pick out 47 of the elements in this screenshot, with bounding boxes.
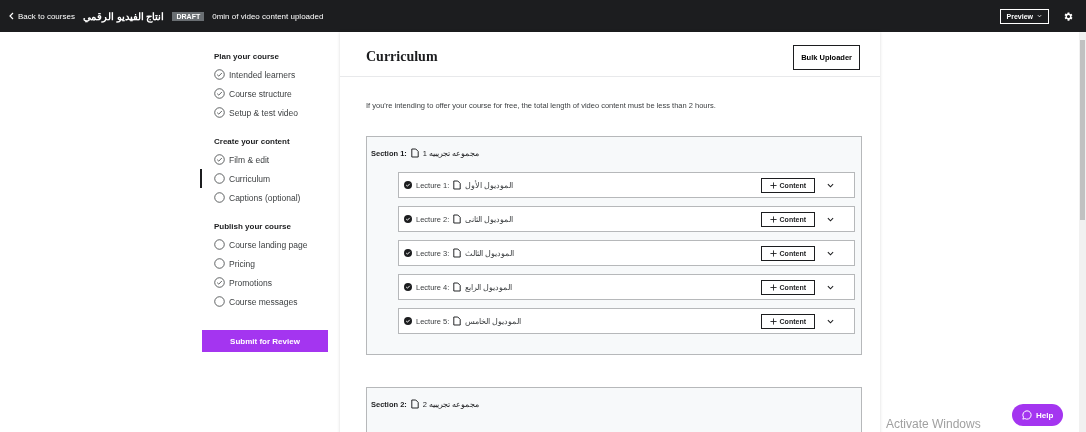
sidebar-item[interactable]: Promotions: [200, 273, 326, 292]
sidebar-item[interactable]: Film & edit: [200, 150, 326, 169]
check-circle-icon: [404, 215, 412, 223]
page-title: Curriculum: [366, 49, 438, 65]
file-icon: [410, 148, 419, 158]
file-icon: [410, 399, 419, 409]
check-circle-icon: [404, 283, 412, 291]
scrollbar[interactable]: [1079, 32, 1086, 432]
chevron-down-icon: [1037, 14, 1042, 18]
sidebar-item[interactable]: Captions (optional): [200, 188, 326, 207]
check-circle-icon: [404, 317, 412, 325]
plus-icon: [769, 181, 777, 189]
sidebar-item[interactable]: Intended learners: [200, 65, 326, 84]
back-link[interactable]: Back to courses: [8, 11, 75, 21]
file-icon: [453, 180, 462, 190]
settings-icon[interactable]: [1063, 10, 1074, 22]
sidebar-item[interactable]: Course messages: [200, 292, 326, 311]
sidebar-item[interactable]: Course landing page: [200, 235, 326, 254]
check-circle-icon: [404, 249, 412, 257]
group-title: Publish your course: [214, 222, 292, 231]
file-icon: [453, 282, 462, 292]
chevron-down-icon[interactable]: [827, 318, 834, 324]
file-icon: [453, 248, 462, 258]
chevron-down-icon[interactable]: [827, 216, 834, 222]
chevron-down-icon[interactable]: [827, 182, 834, 188]
chevron-down-icon[interactable]: [827, 250, 834, 256]
check-circle-icon: [404, 181, 412, 189]
activation-notice: Activate Windows: [886, 417, 981, 431]
submit-button[interactable]: Submit for Review: [202, 330, 328, 352]
chevron-down-icon[interactable]: [827, 284, 834, 290]
upload-status: 0min of video content uploaded: [212, 11, 324, 21]
plus-icon: [769, 249, 777, 257]
file-icon: [453, 316, 462, 326]
chevron-left-icon: [8, 12, 14, 20]
plus-icon: [769, 215, 777, 223]
sidebar-item[interactable]: Curriculum: [200, 169, 326, 188]
file-icon: [453, 214, 462, 224]
group-title: Create your content: [214, 137, 291, 146]
help-button[interactable]: Help: [1012, 404, 1064, 426]
sidebar-item[interactable]: Setup & test video: [200, 103, 326, 122]
chat-bubble-icon: [1022, 410, 1032, 420]
plus-icon: [769, 283, 777, 291]
sidebar-item[interactable]: Course structure: [200, 84, 326, 103]
plus-icon: [769, 317, 777, 325]
sidebar-item[interactable]: Pricing: [200, 254, 326, 273]
course-title: انتاج الفيديو الرقمي: [82, 10, 165, 22]
group-title: Plan your course: [214, 52, 280, 61]
